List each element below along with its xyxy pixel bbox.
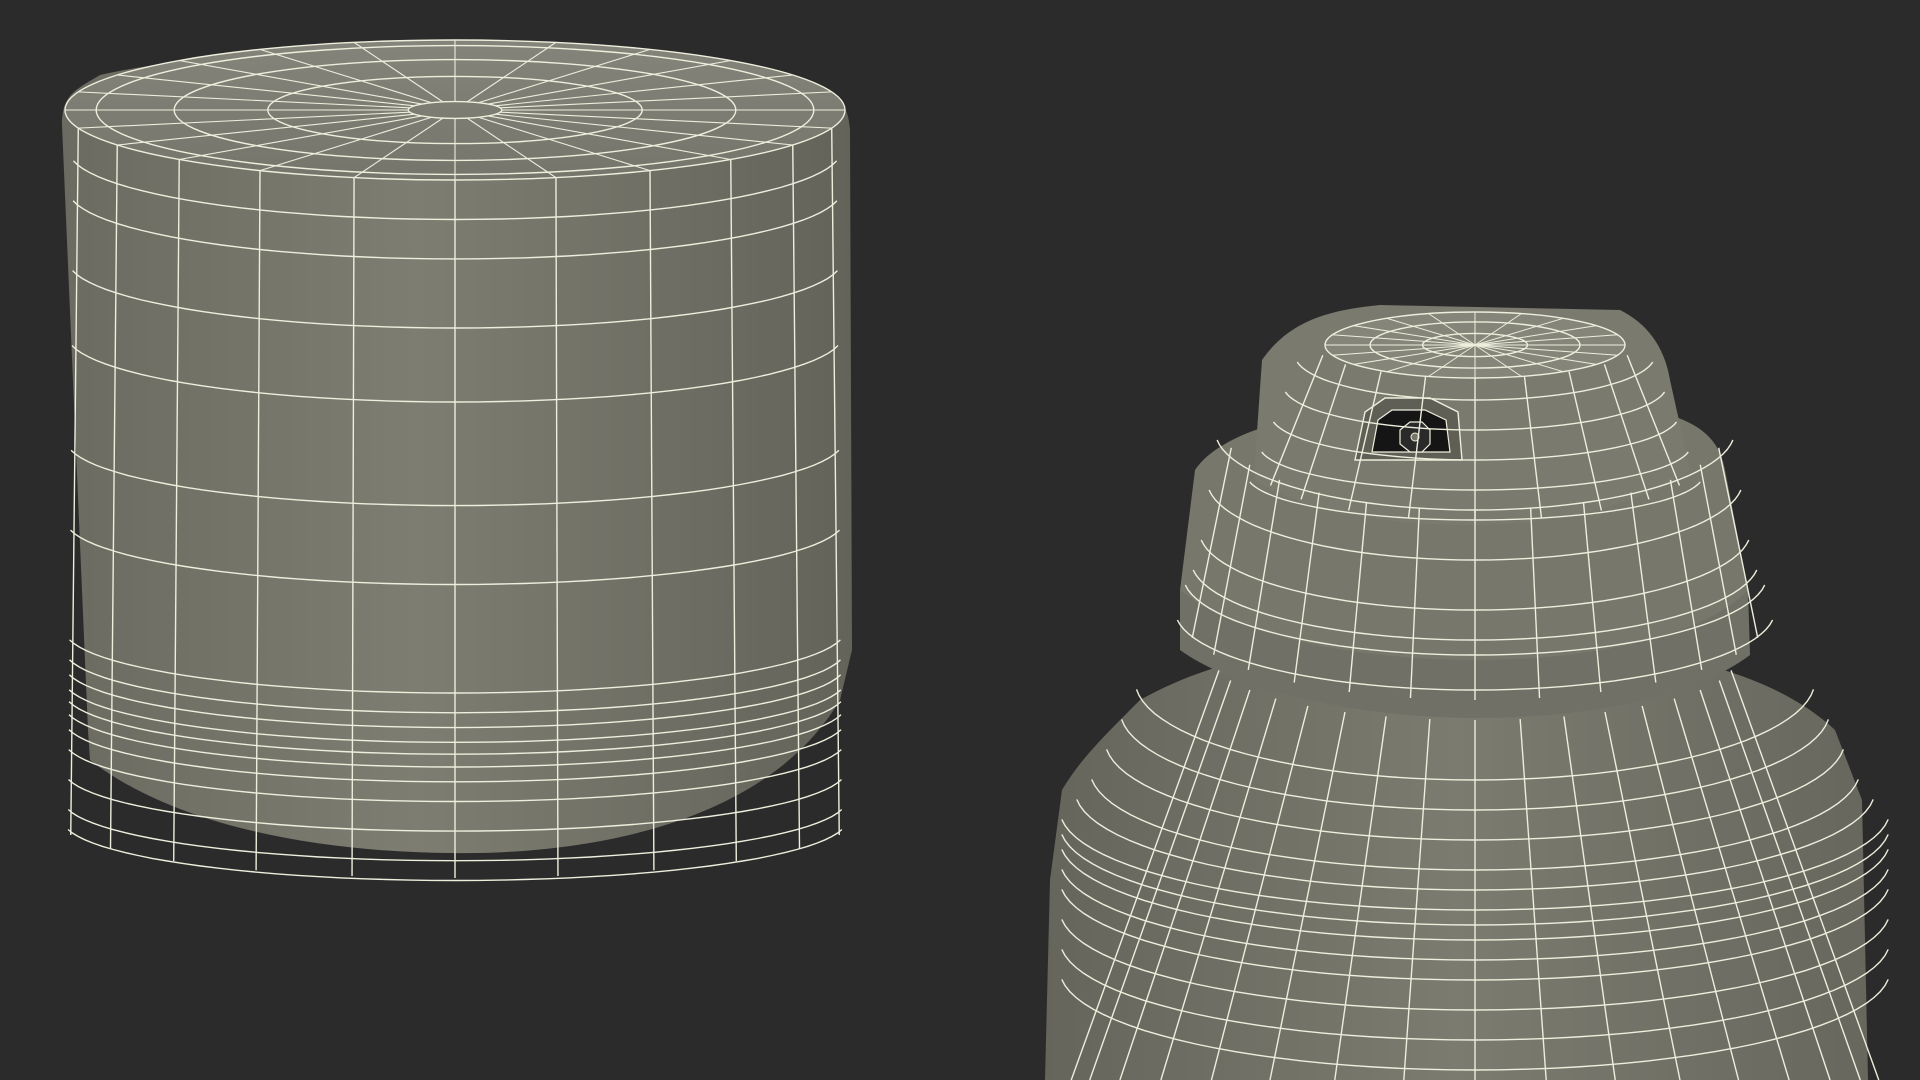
- 3d-render-viewport: [0, 0, 1920, 1080]
- spray-can-model: [1045, 305, 1889, 1080]
- scene-svg: [62, 39, 1889, 1080]
- spray-cap-model: [62, 39, 852, 882]
